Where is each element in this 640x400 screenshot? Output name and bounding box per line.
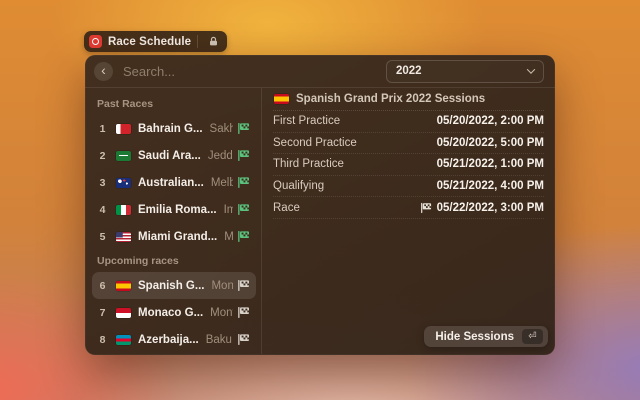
usa-flag-icon	[116, 232, 131, 242]
race-row[interactable]: 2 Saudi Ara... Jeddah, Sa...	[92, 142, 256, 169]
window-tag-label: Race Schedule	[108, 36, 191, 48]
race-name: Miami Grand...	[138, 231, 217, 243]
race-location: Imola, Italy	[224, 204, 233, 216]
race-index: 6	[96, 280, 109, 292]
race-row[interactable]: 4 Emilia Roma... Imola, Italy	[92, 196, 256, 223]
race-row[interactable]: 7 Monaco G... Monte-Carl...	[92, 299, 256, 326]
race-index: 8	[96, 334, 109, 346]
race-row[interactable]: 5 Miami Grand... Miami, USA	[92, 223, 256, 250]
race-location: Baku, Azerb...	[206, 334, 233, 346]
spain-flag-icon	[274, 94, 289, 104]
session-row[interactable]: Third Practice 05/21/2022, 1:00 PM	[273, 154, 544, 176]
race-location: Sakhir, Bahr...	[210, 123, 233, 135]
race-row[interactable]: 8 Azerbaija... Baku, Azerb...	[92, 326, 256, 353]
race-location: Miami, USA	[224, 231, 233, 243]
sessions-title: Spanish Grand Prix 2022 Sessions	[296, 93, 485, 105]
session-label: Qualifying	[273, 180, 324, 192]
race-index: 7	[96, 307, 109, 319]
section-title: Upcoming races	[97, 255, 252, 268]
chevron-down-icon	[527, 65, 535, 73]
content-panels: Past Races 1 Bahrain G... Sakhir, Bahr... 2…	[85, 88, 555, 354]
race-schedule-extension-icon	[89, 35, 102, 48]
window-tag[interactable]: Race Schedule	[84, 31, 227, 52]
session-row[interactable]: Second Practice 05/20/2022, 5:00 PM	[273, 133, 544, 155]
lock-icon[interactable]	[204, 33, 222, 50]
checkered-flag-icon	[237, 279, 250, 292]
race-list: Past Races 1 Bahrain G... Sakhir, Bahr... 2…	[85, 88, 262, 354]
monaco-flag-icon	[116, 308, 131, 318]
checkered-flag-icon	[237, 149, 250, 162]
race-row[interactable]: 6 Spanish G... Montmeló,...	[92, 272, 256, 299]
session-label: First Practice	[273, 115, 340, 127]
race-schedule-window: ‹ 2022 Past Races 1 Bahrain G... Sakhir, Ba…	[85, 55, 555, 355]
race-location: Jeddah, Sa...	[208, 150, 233, 162]
checkered-flag-icon	[237, 230, 250, 243]
race-row[interactable]: 1 Bahrain G... Sakhir, Bahr...	[92, 115, 256, 142]
race-index: 3	[96, 177, 109, 189]
enter-key-icon: ⏎	[522, 329, 543, 344]
checkered-flag-icon	[237, 203, 250, 216]
race-location: Melbourne,...	[211, 177, 233, 189]
australia-flag-icon	[116, 178, 131, 188]
session-datetime: 05/20/2022, 2:00 PM	[437, 115, 544, 127]
race-row[interactable]: 3 Australian... Melbourne,...	[92, 169, 256, 196]
race-index: 1	[96, 123, 109, 135]
race-name: Azerbaija...	[138, 334, 199, 346]
bahrain-flag-icon	[116, 124, 131, 134]
checkered-flag-icon	[237, 306, 250, 319]
race-row[interactable]: 9Canadian...Montreal, C...	[92, 353, 256, 354]
session-list: First Practice 05/20/2022, 2:00 PM Second …	[273, 111, 544, 219]
azerbaijan-flag-icon	[116, 335, 131, 345]
session-datetime: 05/21/2022, 4:00 PM	[437, 180, 544, 192]
section-title: Past Races	[97, 98, 252, 111]
tag-divider	[197, 35, 198, 48]
race-index: 5	[96, 231, 109, 243]
sessions-header: Spanish Grand Prix 2022 Sessions	[273, 88, 544, 111]
sessions-panel: Spanish Grand Prix 2022 Sessions First P…	[262, 88, 555, 354]
saudi-flag-icon	[116, 151, 131, 161]
year-dropdown[interactable]: 2022	[386, 60, 544, 83]
session-datetime: 05/22/2022, 3:00 PM	[420, 202, 544, 214]
hide-sessions-button[interactable]: Hide Sessions ⏎	[424, 326, 548, 347]
back-button[interactable]: ‹	[94, 62, 113, 81]
session-label: Third Practice	[273, 158, 344, 170]
race-name: Monaco G...	[138, 307, 203, 319]
session-datetime: 05/20/2022, 5:00 PM	[437, 137, 544, 149]
checkered-flag-icon	[237, 122, 250, 135]
race-location: Montmeló,...	[211, 280, 233, 292]
race-name: Australian...	[138, 177, 204, 189]
race-index: 2	[96, 150, 109, 162]
year-dropdown-value: 2022	[396, 65, 422, 77]
session-label: Second Practice	[273, 137, 357, 149]
italy-flag-icon	[116, 205, 131, 215]
session-datetime: 05/21/2022, 1:00 PM	[437, 158, 544, 170]
session-row[interactable]: Race 05/22/2022, 3:00 PM	[273, 197, 544, 219]
race-location: Monte-Carl...	[210, 307, 233, 319]
checkered-flag-icon	[237, 176, 250, 189]
race-name: Spanish G...	[138, 280, 204, 292]
checkered-flag-icon	[420, 202, 432, 214]
session-row[interactable]: Qualifying 05/21/2022, 4:00 PM	[273, 176, 544, 198]
search-bar: ‹ 2022	[85, 55, 555, 88]
session-row[interactable]: First Practice 05/20/2022, 2:00 PM	[273, 111, 544, 133]
race-name: Saudi Ara...	[138, 150, 201, 162]
race-name: Emilia Roma...	[138, 204, 217, 216]
search-input[interactable]	[123, 64, 353, 79]
checkered-flag-icon	[237, 333, 250, 346]
spain-flag-icon	[116, 281, 131, 291]
race-name: Bahrain G...	[138, 123, 203, 135]
race-index: 4	[96, 204, 109, 216]
session-label: Race	[273, 202, 300, 214]
